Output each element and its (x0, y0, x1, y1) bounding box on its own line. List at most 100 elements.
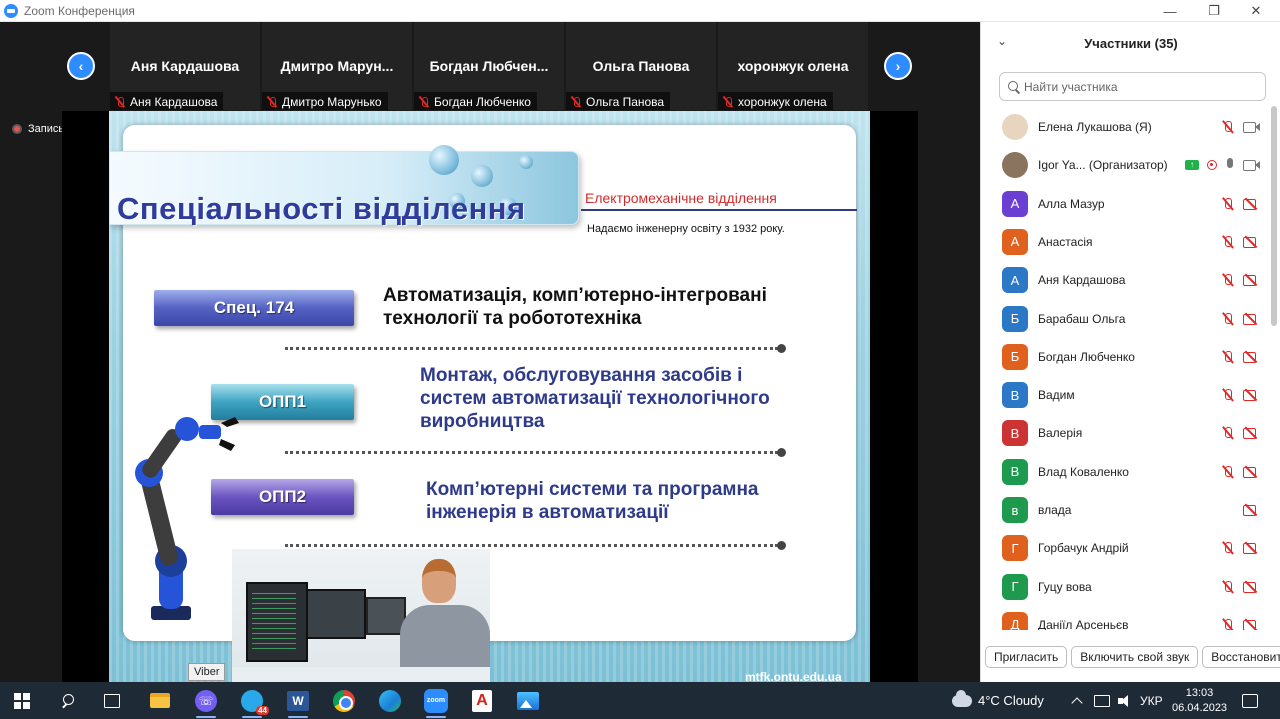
mic-muted-icon (1221, 580, 1235, 594)
start-button[interactable] (0, 682, 44, 719)
avatar: А (1002, 228, 1028, 255)
language-indicator[interactable]: УКР (1140, 682, 1163, 719)
participant-status (1221, 235, 1259, 249)
recording-label: Запись (28, 123, 65, 135)
participant-name: Барабаш Ольга (1038, 311, 1126, 326)
invite-button[interactable]: Пригласить (985, 646, 1068, 668)
mic-muted-icon (1221, 465, 1235, 479)
notifications-button[interactable] (1242, 682, 1258, 719)
video-tile[interactable]: Ольга Панова Ольга Панова (566, 22, 716, 110)
participant-row[interactable]: Б Барабаш Ольга (981, 300, 1273, 338)
camera-off-icon (1243, 581, 1259, 593)
video-tile[interactable]: Богдан Любчен... Богдан Любченко (414, 22, 564, 110)
close-button[interactable]: ✕ (1236, 0, 1276, 22)
dotted-separator (285, 448, 786, 457)
participant-row[interactable]: А Аня Кардашова (981, 261, 1273, 299)
acrobat-icon: A (472, 689, 492, 712)
participant-name: Елена Лукашова (Я) (1038, 120, 1152, 134)
network-button[interactable] (1094, 682, 1110, 719)
participant-row[interactable]: Igor Ya... (Организатор) ↑ (981, 146, 1273, 184)
participants-list: Елена Лукашова (Я) Igor Ya... (Организато… (981, 108, 1273, 630)
gallery-prev-button[interactable]: ‹ (67, 52, 95, 80)
participant-row[interactable]: Г Гуцу вова (981, 568, 1273, 606)
participant-row[interactable]: В Влад Коваленко (981, 453, 1273, 491)
avatar: А (1002, 267, 1028, 294)
participant-row[interactable]: Д Даніїл Арсеньєв (981, 606, 1273, 630)
participant-search-input[interactable] (1024, 79, 1254, 94)
mic-muted-icon (1221, 120, 1235, 134)
camera-off-icon (1243, 504, 1259, 516)
tile-label-text: хоронжук олена (738, 94, 827, 109)
participants-footer: Пригласить Включить свой звук Восстанови… (981, 646, 1280, 674)
participant-name: Гуцу вова (1038, 579, 1092, 594)
camera-off-icon (1243, 198, 1259, 210)
participant-status (1221, 465, 1259, 479)
participant-row[interactable]: В Вадим (981, 376, 1273, 414)
chrome-icon (333, 689, 355, 712)
recording-indicator[interactable]: Запись (12, 123, 64, 135)
unmute-self-button[interactable]: Включить свой звук (1071, 646, 1199, 668)
mic-muted-icon (570, 96, 582, 108)
participant-row[interactable]: в влада (981, 491, 1273, 529)
video-tile[interactable]: хоронжук олена хоронжук олена (718, 22, 868, 110)
avatar: А (1002, 190, 1028, 217)
participant-status (1221, 350, 1259, 364)
avatar: Б (1002, 305, 1028, 332)
participant-search[interactable] (999, 72, 1266, 101)
task-view-icon (104, 693, 120, 708)
video-tile[interactable]: Дмитро Марун... Дмитро Марунько (262, 22, 412, 110)
task-view-button[interactable] (90, 682, 134, 719)
weather-widget[interactable]: 4°C Cloudy (952, 682, 1044, 719)
mic-muted-icon (1221, 273, 1235, 287)
viber-button[interactable]: ☏ (184, 682, 228, 719)
participant-row[interactable]: Г Горбачук Андрій (981, 529, 1273, 567)
tile-label-text: Богдан Любченко (434, 94, 531, 109)
participant-name: Горбачук Андрій (1038, 541, 1129, 556)
mic-muted-icon (1221, 426, 1235, 440)
notification-icon (1242, 693, 1258, 708)
participant-row[interactable]: Елена Лукашова (Я) (981, 108, 1273, 146)
clock[interactable]: 13:03 06.04.2023 (1172, 682, 1227, 719)
video-tile[interactable]: Аня Кардашова Аня Кардашова (110, 22, 260, 110)
file-explorer-button[interactable] (138, 682, 182, 719)
participant-row[interactable]: А Анастасія (981, 223, 1273, 261)
dotted-separator (285, 344, 786, 353)
photos-button[interactable] (506, 682, 550, 719)
participant-row[interactable]: А Алла Мазур (981, 185, 1273, 223)
camera-icon (1243, 159, 1260, 172)
participant-row[interactable]: Б Богдан Любченко (981, 338, 1273, 376)
participants-panel: ⌄ Участники (35) Елена Лукашова (Я) Igor … (980, 22, 1280, 682)
participants-scrollbar[interactable] (1271, 106, 1277, 326)
show-hidden-icons-button[interactable] (1071, 682, 1083, 719)
telegram-button[interactable]: 44 (230, 682, 274, 719)
zoom-button[interactable]: zoom (414, 682, 458, 719)
avatar (1002, 152, 1028, 179)
maximize-button[interactable]: ❐ (1194, 0, 1234, 22)
record-icon (12, 124, 22, 134)
participants-title: Участники (35) (1084, 35, 1178, 51)
edge-icon (379, 689, 401, 712)
gallery-strip: ‹ Аня Кардашова Аня Кардашова Дмитро Мар… (0, 22, 980, 110)
restore-button[interactable]: Восстановить (1202, 646, 1280, 668)
mic-muted-icon (418, 96, 430, 108)
participant-status (1221, 580, 1259, 594)
taskbar-search-button[interactable] (46, 682, 90, 719)
acrobat-button[interactable]: A (460, 682, 504, 719)
dotted-separator (285, 541, 786, 550)
word-icon: W (287, 690, 309, 711)
volume-button[interactable] (1118, 682, 1132, 719)
participant-row[interactable]: В Валерія (981, 414, 1273, 452)
presentation-slide: Спеціальності відділення Електромеханічн… (109, 111, 870, 682)
camera-off-icon (1243, 351, 1259, 363)
gallery-next-button[interactable]: › (884, 52, 912, 80)
telegram-icon: 44 (241, 689, 269, 715)
chrome-button[interactable] (322, 682, 366, 719)
mic-muted-icon (1221, 312, 1235, 326)
tile-label-text: Дмитро Марунько (282, 94, 382, 109)
minimize-button[interactable]: — (1150, 0, 1190, 22)
spec-line: технології та робототехніка (383, 308, 642, 330)
mic-muted-icon (1221, 618, 1235, 630)
edge-button[interactable] (368, 682, 412, 719)
word-button[interactable]: W (276, 682, 320, 719)
mic-muted-icon (1221, 388, 1235, 402)
